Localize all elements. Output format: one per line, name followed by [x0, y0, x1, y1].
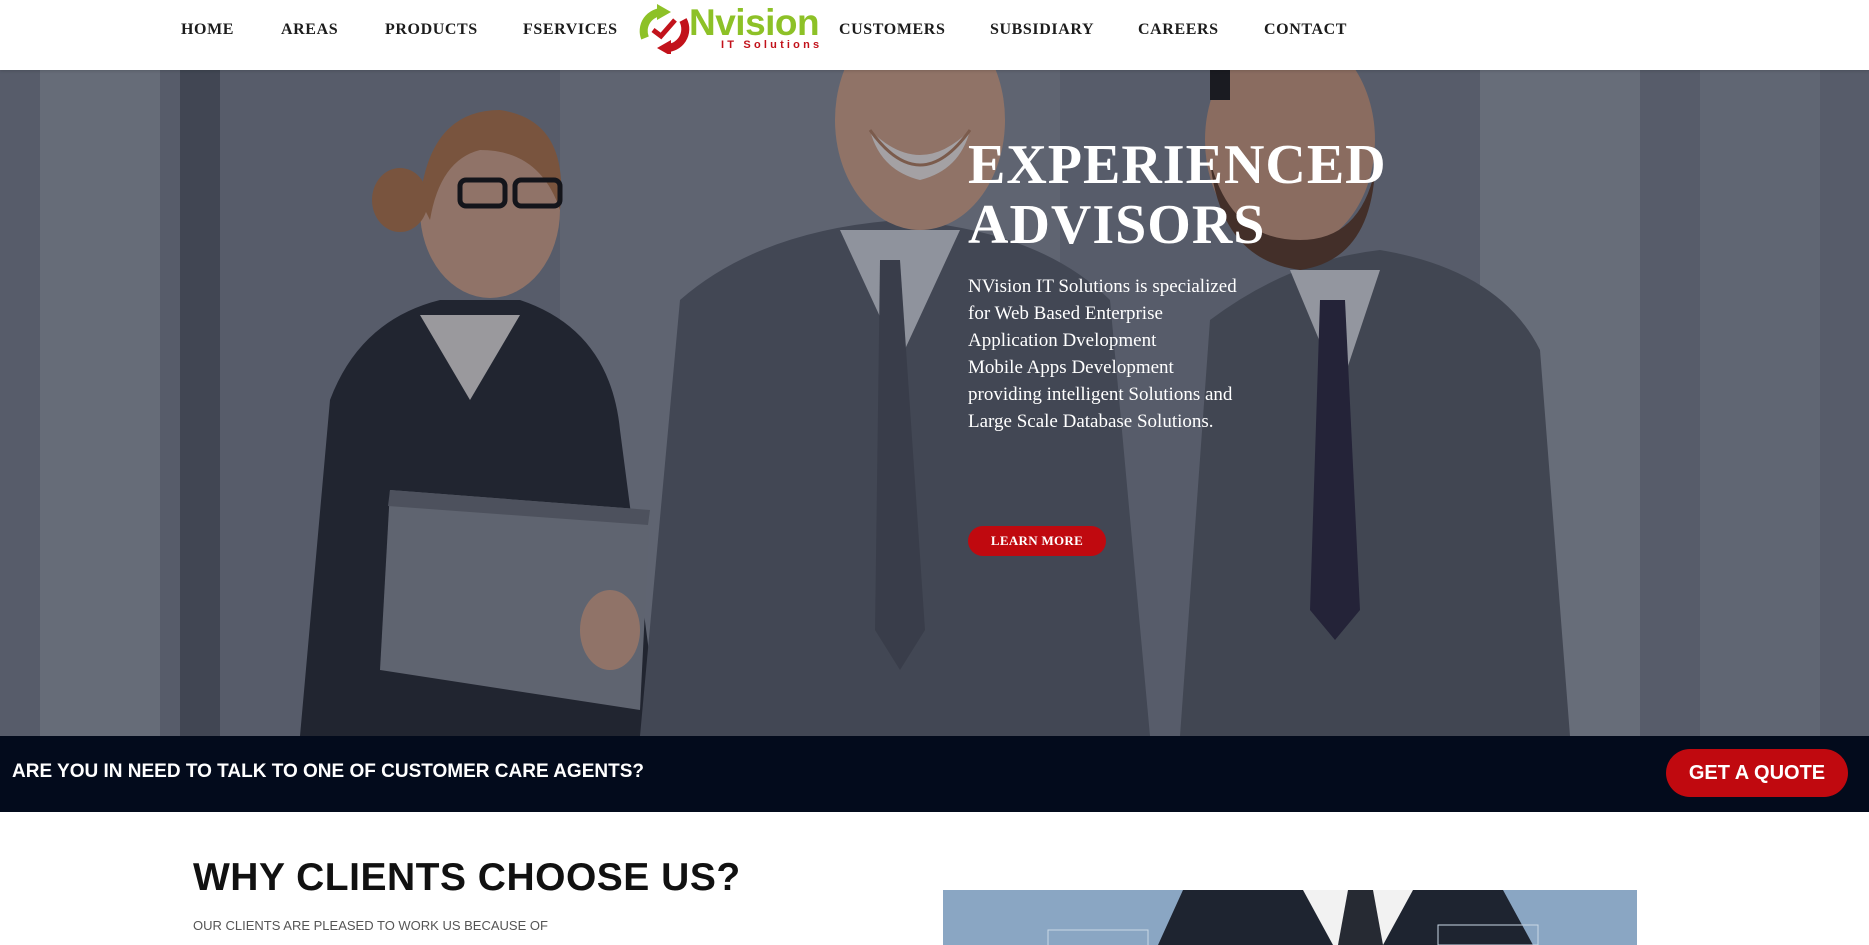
hero-banner — [0, 70, 1869, 736]
hero-text-block: EXPERIENCED ADVISORS NVision IT Solution… — [968, 135, 1428, 435]
top-navigation: HOME AREAS PRODUCTS FSERVICES Nvision IT… — [0, 0, 1869, 70]
hero-desc-line: providing intelligent Solutions and — [968, 384, 1233, 405]
hero-desc-line: Mobile Apps Development — [968, 357, 1174, 378]
learn-more-button[interactable]: LEARN MORE — [968, 526, 1106, 556]
logo-wordmark: Nvision — [689, 2, 820, 43]
business-man-photo — [943, 890, 1637, 945]
logo-tagline: IT Solutions — [721, 39, 823, 51]
hero-desc-line: Application Dvelopment — [968, 330, 1157, 351]
why-section-image — [943, 890, 1637, 945]
get-a-quote-button[interactable]: GET A QUOTE — [1666, 749, 1848, 797]
hero-title-line-1: EXPERIENCED — [968, 134, 1387, 196]
hero-description: NVision IT Solutions is specialized for … — [968, 273, 1268, 435]
why-section-subtitle: OUR CLIENTS ARE PLEASED TO WORK US BECAU… — [193, 918, 548, 933]
hero-title: EXPERIENCED ADVISORS — [968, 135, 1428, 255]
nav-careers[interactable]: CAREERS — [1138, 21, 1219, 39]
nav-fservices[interactable]: FSERVICES — [523, 21, 618, 39]
customer-care-text: ARE YOU IN NEED TO TALK TO ONE OF CUSTOM… — [12, 761, 644, 782]
nav-areas[interactable]: AREAS — [281, 21, 338, 39]
logo-arrows-icon — [639, 4, 690, 54]
hero-desc-line: for Web Based Enterprise — [968, 303, 1163, 324]
nav-contact[interactable]: CONTACT — [1264, 21, 1347, 39]
why-section-title: WHY CLIENTS CHOOSE US? — [193, 856, 741, 899]
nav-customers[interactable]: CUSTOMERS — [839, 21, 945, 39]
hero-dark-overlay — [0, 70, 1869, 736]
customer-care-bar: ARE YOU IN NEED TO TALK TO ONE OF CUSTOM… — [0, 736, 1869, 812]
hero-desc-line: Large Scale Database Solutions. — [968, 411, 1214, 432]
hero-desc-line: NVision IT Solutions is specialized — [968, 276, 1237, 297]
nav-home[interactable]: HOME — [181, 21, 234, 39]
nav-subsidiary[interactable]: SUBSIDIARY — [990, 21, 1094, 39]
nvision-logo[interactable]: Nvision IT Solutions — [637, 2, 820, 54]
hero-title-line-2: ADVISORS — [968, 194, 1266, 256]
nav-products[interactable]: PRODUCTS — [385, 21, 478, 39]
